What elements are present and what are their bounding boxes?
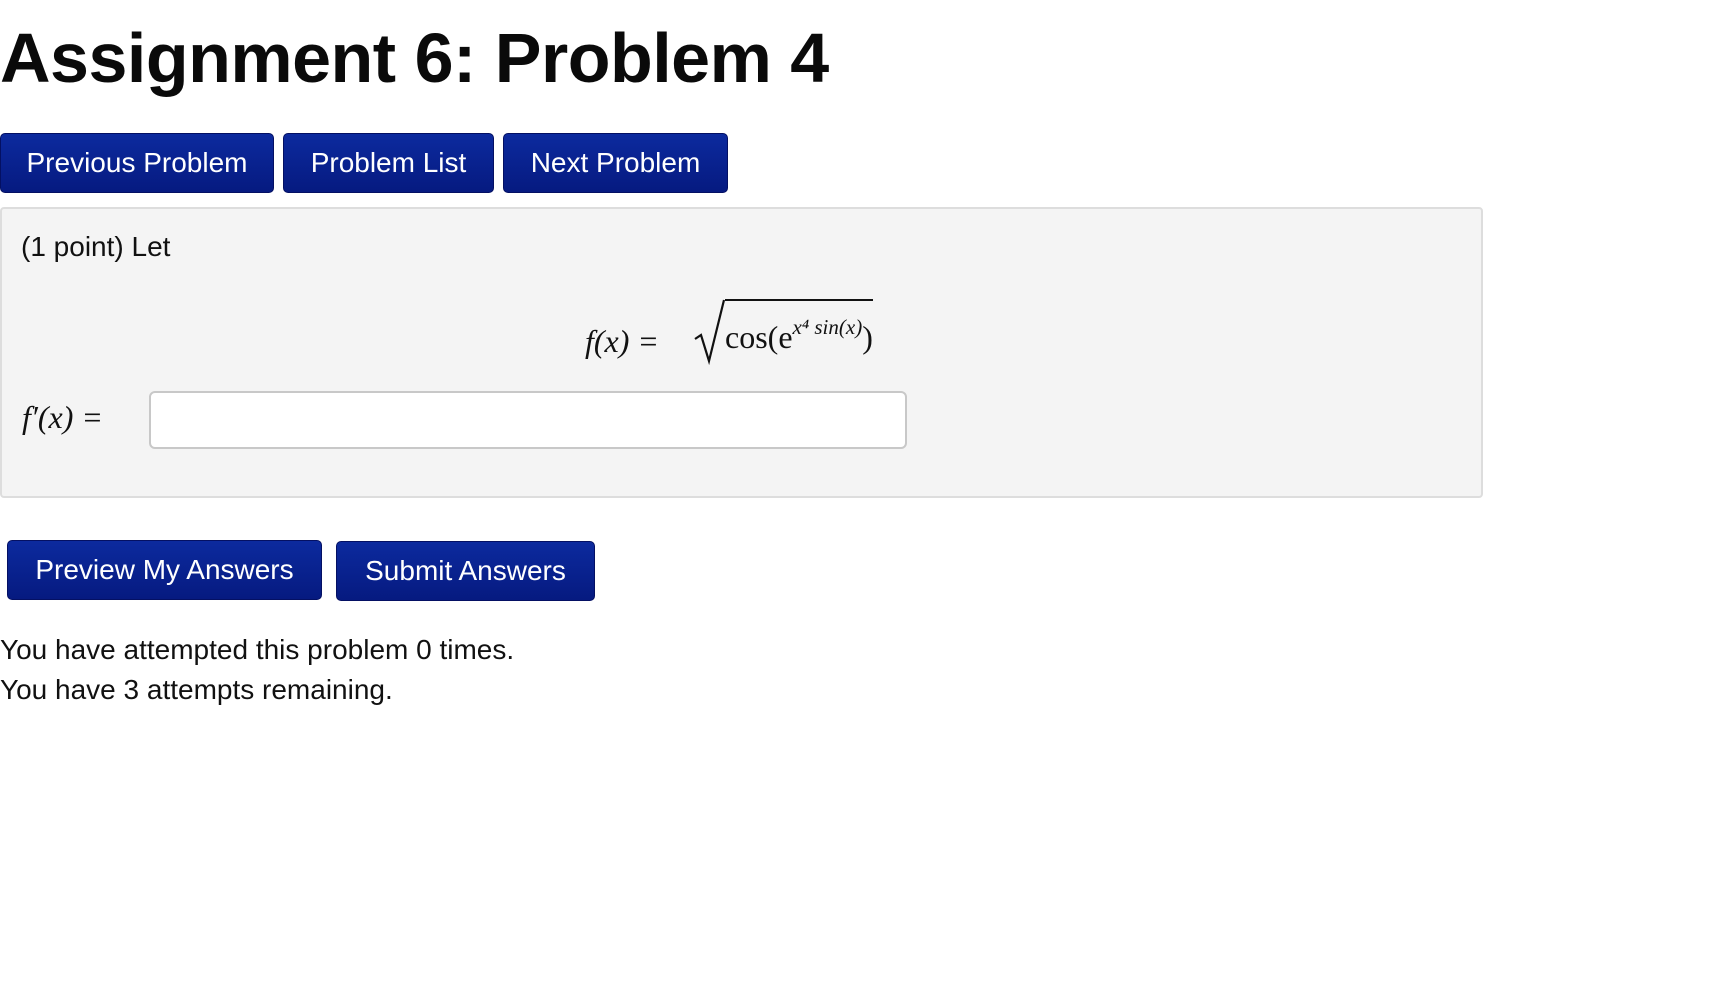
page-title: Assignment 6: Problem 4 (0, 19, 829, 97)
equation-radicand: cos(ex⁴ sin(x)) (725, 299, 873, 365)
problem-box: (1 point) Let f(x) = cos(ex⁴ sin(x)) f′(… (0, 207, 1483, 498)
problem-intro: (1 point) Let (21, 231, 171, 262)
equation-lhs: f(x) = (585, 323, 659, 359)
answer-input[interactable] (149, 391, 907, 449)
radicand-exponent: x⁴ sin(x) (792, 315, 863, 339)
attempts-made-text: You have attempted this problem 0 times. (0, 634, 515, 665)
problem-list-button[interactable]: Problem List (283, 133, 494, 193)
radicand-base: cos(e (725, 319, 793, 355)
answer-label: f′(x) = (22, 399, 103, 435)
preview-answers-button[interactable]: Preview My Answers (7, 540, 322, 600)
webwork-problem-page: Assignment 6: Problem 4 Previous Problem… (0, 0, 1709, 988)
next-problem-button[interactable]: Next Problem (503, 133, 728, 193)
attempts-remaining-text: You have 3 attempts remaining. (0, 674, 393, 705)
square-root-icon (694, 299, 725, 365)
submit-answers-button[interactable]: Submit Answers (336, 541, 595, 601)
radicand-close: ) (862, 319, 873, 355)
previous-problem-button[interactable]: Previous Problem (0, 133, 274, 193)
